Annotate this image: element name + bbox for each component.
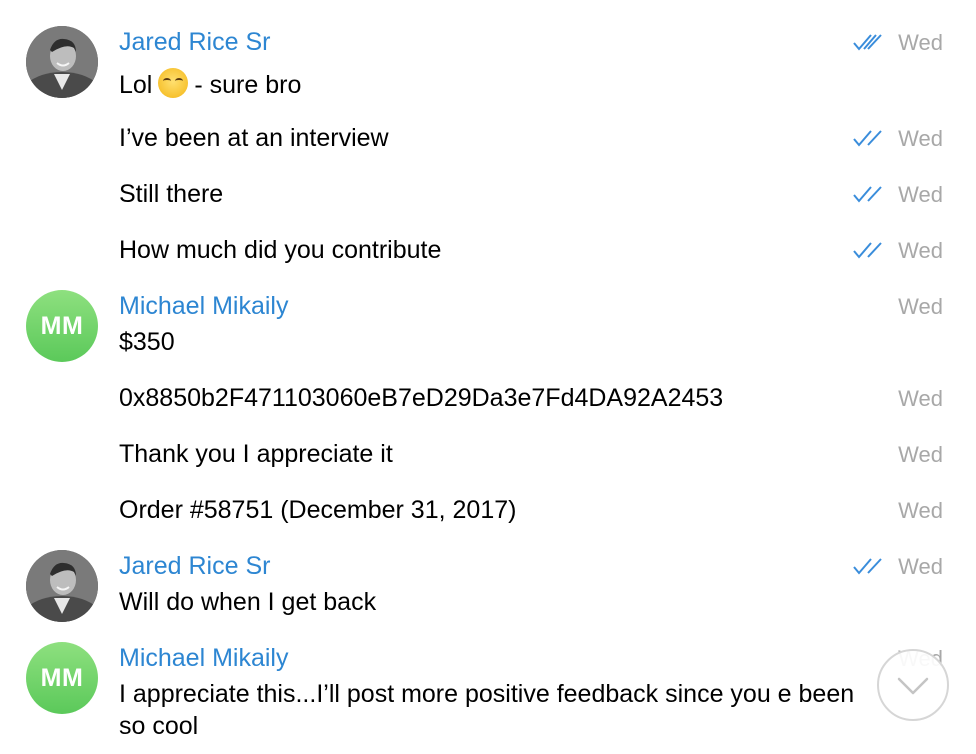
avatar-michael-mikaily[interactable]: MM (26, 642, 98, 714)
message-text: Lol - sure bro (119, 68, 301, 100)
person-photo-icon (26, 26, 98, 98)
message-text: Order #58751 (December 31, 2017) (119, 496, 517, 524)
message-time: Wed (898, 386, 943, 411)
person-photo-icon (26, 550, 98, 622)
message-time: Wed (898, 126, 943, 151)
double-check-icon (853, 34, 882, 51)
message-time: Wed (898, 442, 943, 467)
sender-name[interactable]: Jared Rice Sr (119, 28, 270, 57)
message-text: $350 (119, 328, 175, 356)
message-text-part: - sure bro (194, 71, 302, 99)
message-text: 0x8850b2F471103060eB7eD29Da3e7Fd4DA92A24… (119, 384, 724, 412)
message-time: Wed (898, 498, 943, 523)
sender-name[interactable]: Michael Mikaily (119, 644, 288, 673)
avatar-jared-rice[interactable] (26, 550, 98, 622)
message-time: Wed (898, 554, 943, 579)
message-text: How much did you contribute (119, 236, 442, 264)
message-text: I appreciate this...I’ll post more posit… (119, 680, 855, 740)
avatar-michael-mikaily[interactable]: MM (26, 290, 98, 362)
chat-message-list[interactable]: Jared Rice Sr Lol - sure bro Wed I’ve bee… (0, 0, 976, 754)
chevron-down-icon (897, 677, 929, 695)
message-time: Wed (898, 182, 943, 207)
double-check-icon (853, 242, 882, 259)
sender-name[interactable]: Jared Rice Sr (119, 552, 270, 581)
sender-name[interactable]: Michael Mikaily (119, 292, 288, 321)
double-check-icon (853, 558, 882, 575)
message-text: Will do when I get back (119, 588, 377, 616)
message-text: Still there (119, 180, 224, 208)
message-text: Thank you I appreciate it (119, 440, 393, 468)
scroll-to-bottom-button[interactable] (877, 649, 949, 721)
message-time: Wed (898, 30, 943, 55)
avatar-jared-rice[interactable] (26, 26, 98, 98)
message-text-part: Lol (119, 71, 153, 99)
double-check-icon (853, 186, 882, 203)
double-check-icon (853, 130, 882, 147)
message-time: Wed (898, 294, 943, 319)
message-text: I’ve been at an interview (119, 124, 389, 152)
laughing-tears-emoji-icon (158, 68, 189, 98)
message-time: Wed (898, 238, 943, 263)
